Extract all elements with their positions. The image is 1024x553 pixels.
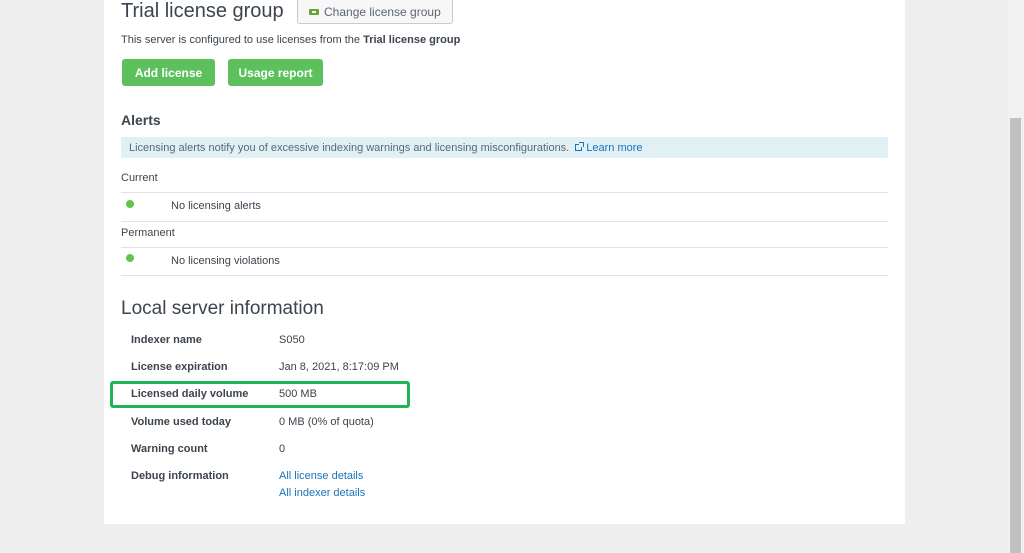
- configured-message: This server is configured to use license…: [121, 34, 460, 46]
- external-link-icon: [575, 142, 585, 151]
- learn-more-link[interactable]: Learn more: [575, 141, 643, 154]
- permanent-alerts-label: Permanent: [121, 227, 175, 239]
- usage-report-button[interactable]: Usage report: [228, 59, 323, 86]
- learn-more-label: Learn more: [586, 141, 643, 154]
- page-title: Trial license group: [121, 0, 284, 22]
- warning-count-value: 0: [279, 443, 286, 455]
- status-ok-icon: [126, 200, 134, 208]
- change-license-group-label: Change license group: [324, 4, 441, 19]
- volume-used-value: 0 MB (0% of quota): [279, 416, 374, 428]
- current-alerts-label: Current: [121, 172, 158, 184]
- all-indexer-details-link[interactable]: All indexer details: [279, 487, 365, 499]
- highlight-annotation-box: [110, 381, 410, 408]
- permanent-row-divider: [121, 275, 888, 276]
- all-license-details-link[interactable]: All license details: [279, 470, 363, 482]
- status-ok-icon: [126, 254, 134, 262]
- current-row-divider: [121, 221, 888, 222]
- configured-group-name: Trial license group: [363, 34, 461, 46]
- scrollbar-thumb[interactable]: [1010, 118, 1021, 553]
- indexer-name-value: S050: [279, 334, 305, 346]
- volume-used-label: Volume used today: [131, 416, 232, 428]
- indexer-name-label: Indexer name: [131, 334, 202, 346]
- license-page: Trial license group Change license group…: [0, 0, 1024, 553]
- license-expiration-value: Jan 8, 2021, 8:17:09 PM: [279, 361, 399, 373]
- alerts-info-text: Licensing alerts notify you of excessive…: [129, 141, 570, 154]
- current-alerts-message: No licensing alerts: [171, 200, 261, 212]
- license-expiration-label: License expiration: [131, 361, 228, 373]
- permanent-divider: [121, 247, 888, 248]
- debug-information-label: Debug information: [131, 470, 229, 482]
- change-license-group-button[interactable]: Change license group: [297, 0, 453, 24]
- alerts-heading: Alerts: [121, 112, 161, 128]
- add-license-button[interactable]: Add license: [122, 59, 215, 86]
- local-server-heading: Local server information: [121, 298, 324, 319]
- alerts-info-bar: Licensing alerts notify you of excessive…: [121, 137, 888, 158]
- configured-prefix: This server is configured to use license…: [121, 34, 361, 46]
- current-divider: [121, 192, 888, 193]
- permanent-alerts-message: No licensing violations: [171, 255, 280, 267]
- license-ticket-icon: [309, 8, 319, 15]
- warning-count-label: Warning count: [131, 443, 208, 455]
